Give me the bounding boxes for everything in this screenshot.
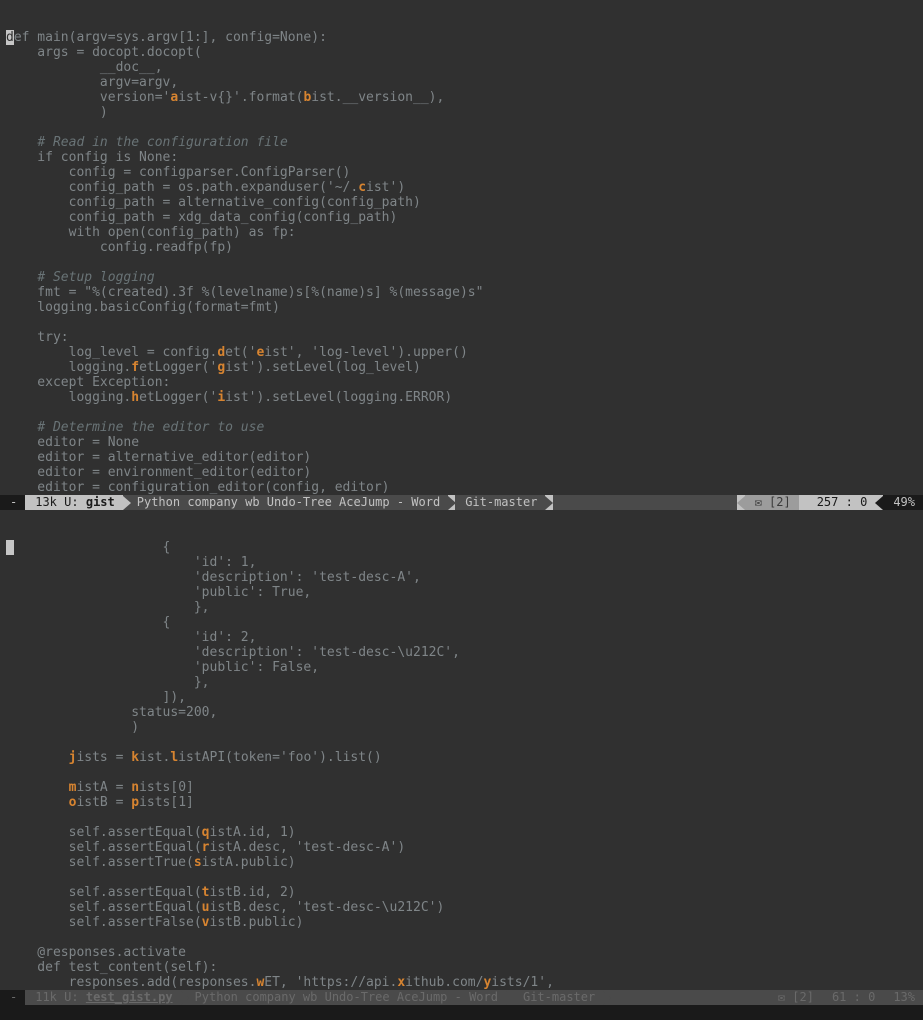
code-pane-top[interactable]: def main(argv=sys.argv[1:], config=None)… bbox=[0, 0, 923, 495]
code-content-bottom: { 'id': 1, 'description': 'test-desc-A',… bbox=[0, 540, 923, 990]
code-content-top: def main(argv=sys.argv[1:], config=None)… bbox=[0, 30, 923, 495]
mail-icon: ✉ [2] bbox=[768, 990, 822, 1005]
sb1-modes: Python company wb Undo-Tree AceJump - Wo… bbox=[123, 495, 448, 510]
sb2-pct: 13% bbox=[883, 990, 923, 1005]
sb2-vc: Git-master bbox=[513, 990, 603, 1005]
minibuffer[interactable] bbox=[0, 1005, 923, 1020]
mail-icon: ✉ [2] bbox=[745, 495, 799, 510]
sb1-pos: 257 : 0 bbox=[807, 495, 876, 510]
buffer-name: gist bbox=[86, 495, 115, 509]
buffer-name-bottom: test_gist.py bbox=[86, 990, 173, 1004]
sb1-flag: - bbox=[0, 495, 25, 510]
sb2-flag: - bbox=[0, 990, 25, 1005]
sb2-pos: 61 : 0 bbox=[822, 990, 883, 1005]
editor-root: def main(argv=sys.argv[1:], config=None)… bbox=[0, 0, 923, 1020]
sb1-pct: 49% bbox=[883, 495, 923, 510]
statusbar-bottom: - 11k U: test_gist.py Python company wb … bbox=[0, 990, 923, 1005]
sb1-vc: Git-master bbox=[455, 495, 545, 510]
sb2-modes: Python company wb Undo-Tree AceJump - Wo… bbox=[181, 990, 506, 1005]
sb1-size: 13k U: gist bbox=[25, 495, 123, 510]
statusbar-top: - 13k U: gist Python company wb Undo-Tre… bbox=[0, 495, 923, 510]
sb2-size: 11k U: test_gist.py bbox=[25, 990, 180, 1005]
code-pane-bottom[interactable]: { 'id': 1, 'description': 'test-desc-A',… bbox=[0, 510, 923, 990]
